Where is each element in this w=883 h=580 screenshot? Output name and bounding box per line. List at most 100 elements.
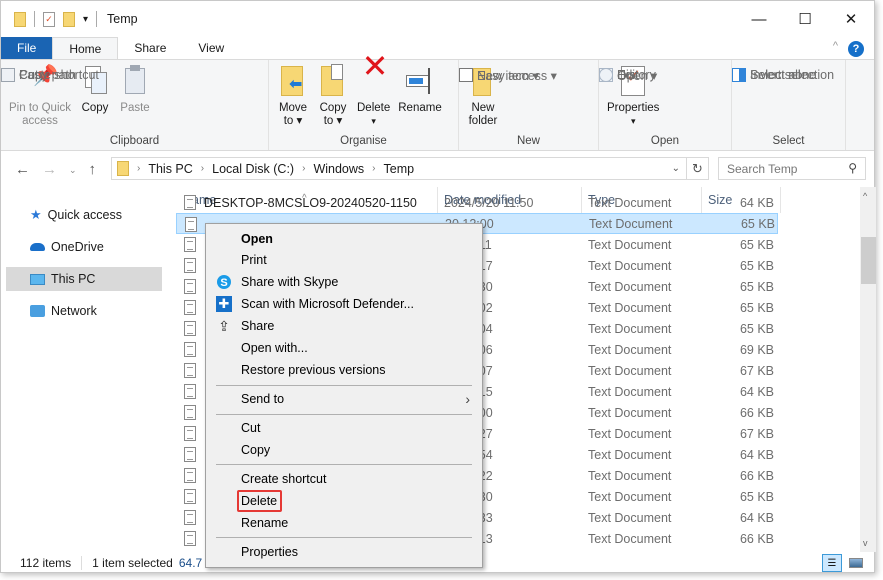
tab-home[interactable]: Home [52,37,119,59]
menu-item-restore-previous-versions[interactable]: Restore previous versions [208,359,480,381]
file-type: Text Document [588,384,672,399]
breadcrumb-separator: › [372,163,376,174]
menu-item-delete[interactable]: Delete [208,490,480,512]
menu-item-scan-with-microsoft-defender[interactable]: ✚ Scan with Microsoft Defender... [208,293,480,315]
file-row[interactable]: DESKTOP-8MCSLO9-20240520-1150 2024/5/20 1… [176,192,778,213]
open-group-label: Open [650,135,680,147]
scrollbar-thumb[interactable] [861,237,876,284]
folder-icon [14,11,26,27]
select-group: Select all Select none Invert selection … [732,60,846,150]
text-file-icon [184,489,196,504]
file-size: 66 KB [739,405,774,420]
new-group: New folder New item ▾ Easy access ▾ New [459,60,599,150]
menu-item-properties[interactable]: Properties [208,541,480,563]
maximize-button[interactable]: ☐ [782,1,828,37]
menu-item-share[interactable]: ⇪ Share [208,315,480,337]
text-file-icon [184,237,196,252]
sidebar-item-quick-access[interactable]: ★ Quick access [6,203,162,227]
customize-qa-icon[interactable]: ▾ [83,14,88,25]
selection-info: 1 item selected [92,556,173,570]
new-folder-qa-icon[interactable] [63,11,75,27]
breadcrumb-this-pc[interactable]: This PC [148,162,192,176]
search-placeholder: Search Temp [727,161,798,176]
menu-item-label: Rename [241,516,289,530]
sidebar-item-network[interactable]: Network [6,299,162,323]
tab-share[interactable]: Share [118,37,182,59]
context-menu: Open Print S Share with Skype ✚ Scan with Mic… [205,223,483,568]
menu-item-cut[interactable]: Cut [208,417,480,439]
open-group: ✓ Properties ▾ Open ▾ Edit History Open [599,60,732,150]
details-view-button[interactable]: ☰ [822,554,842,572]
sidebar-item-onedrive[interactable]: OneDrive [6,235,162,259]
menu-item-label: Open with... [241,341,308,355]
skype-icon: S [217,275,231,289]
menu-item-open[interactable]: Open [208,228,480,250]
text-file-icon [184,447,196,462]
divider [34,11,35,27]
properties-qa-icon[interactable]: ✓ [43,11,55,27]
new-group-label: New [516,135,540,147]
menu-separator [216,537,472,538]
file-type: Text Document [588,447,672,462]
file-type: Text Document [588,237,672,252]
vertical-scrollbar[interactable]: ^ v [860,187,876,552]
menu-item-share-with-skype[interactable]: S Share with Skype [208,271,480,293]
file-size: 65 KB [739,237,774,252]
up-button[interactable]: ↑ [89,161,97,178]
menu-item-open-with[interactable]: Open with... [208,337,480,359]
breadcrumb-separator: › [200,163,205,174]
computer-icon [30,273,45,285]
large-icons-view-button[interactable] [846,554,866,572]
file-size: 66 KB [739,468,774,483]
file-type: Text Document [588,405,672,420]
address-bar[interactable]: › This PC › Local Disk (C:) › Windows › … [111,157,687,180]
large-icons-view-icon [849,558,863,568]
file-date-modified: 2024/5/20 11:50 [444,195,534,210]
menu-item-copy[interactable]: Copy [208,439,480,461]
file-type: Text Document [588,363,672,378]
ribbon: 📌 Pin to Quick access Copy Paste ✂Cut [1,50,874,151]
menu-item-create-shortcut[interactable]: Create shortcut [208,468,480,490]
menu-item-label: Scan with Microsoft Defender... [241,297,414,311]
file-type: Text Document [588,531,672,546]
menu-item-send-to[interactable]: Send to › [208,388,480,410]
forward-button[interactable]: → [42,161,57,178]
navigation-pane: ★ Quick access OneDrive This PC Network [1,196,164,546]
quick-access-toolbar: ✓ ▾ [1,11,98,27]
organise-group: ⬅ Move to ▾ Copy to ▾ ✕ Delete ▾ Rename … [269,50,459,150]
search-input[interactable]: Search Temp ⚲ [718,157,866,180]
menu-item-label: Share with Skype [241,275,339,289]
scroll-down-icon[interactable]: v [863,538,868,548]
refresh-button[interactable]: ↻ [687,157,709,180]
file-size: 66 KB [739,531,774,546]
recent-locations-button[interactable]: ⌄ [69,165,77,178]
breadcrumb-windows[interactable]: Windows [313,162,364,176]
help-icon[interactable]: ? [848,41,864,57]
file-type: Text Document [589,216,673,231]
text-file-icon [184,468,196,483]
search-icon: ⚲ [848,161,857,175]
minimize-button[interactable]: — [736,1,782,37]
menu-item-print[interactable]: Print [208,249,480,271]
scroll-up-icon[interactable]: ^ [863,191,867,201]
invert-selection-button[interactable]: Invert selection [732,66,883,84]
breadcrumb-temp[interactable]: Temp [384,162,415,176]
navigation-buttons: ← → ⌄ ↑ [1,161,96,178]
file-size: 64 KB [739,384,774,399]
file-type: Text Document [588,510,672,525]
file-size: 65 KB [739,279,774,294]
collapse-ribbon-icon[interactable]: ^ [833,40,838,52]
close-button[interactable]: ✕ [828,1,874,37]
tab-view[interactable]: View [182,37,240,59]
tab-file[interactable]: File [1,37,53,59]
file-type: Text Document [588,300,672,315]
sidebar-item-this-pc[interactable]: This PC [6,267,162,291]
breadcrumb-local-disk[interactable]: Local Disk (C:) [212,162,294,176]
back-button[interactable]: ← [15,161,30,178]
address-dropdown-icon[interactable]: ⌄ [672,163,680,174]
menu-item-rename[interactable]: Rename [208,512,480,534]
ribbon-tabs: File Home Share View [1,37,874,60]
text-file-icon [184,300,196,315]
cloud-icon [30,243,45,251]
menu-item-label: Share [241,319,275,333]
